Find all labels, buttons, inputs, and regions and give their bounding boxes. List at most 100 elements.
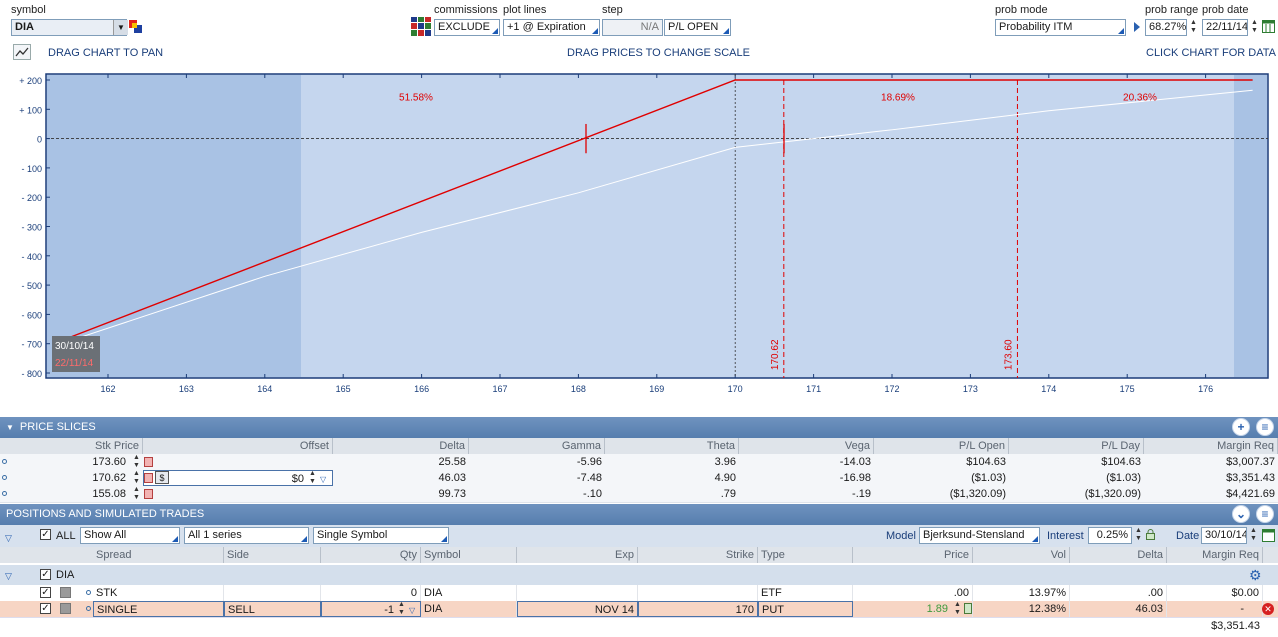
remove-position-icon[interactable]: ✕: [1262, 603, 1274, 615]
date-input[interactable]: 30/10/14: [1201, 527, 1247, 544]
add-slice-icon[interactable]: +: [1232, 418, 1250, 436]
position-exp-cell[interactable]: NOV 14: [517, 601, 638, 617]
chart-style-icon[interactable]: [13, 44, 31, 60]
column-header[interactable]: Theta: [605, 438, 739, 454]
column-header[interactable]: Type: [758, 547, 853, 563]
stk-price-stepper[interactable]: ▲ ▼: [131, 486, 142, 502]
column-header[interactable]: P/L Day: [1009, 438, 1144, 454]
offset-stepper[interactable]: ▲ ▼: [307, 470, 318, 486]
prob-range-input[interactable]: 68.27%: [1145, 19, 1187, 36]
group-collapse-icon[interactable]: ▽: [5, 568, 12, 584]
positions-calendar-icon[interactable]: [1262, 529, 1275, 542]
symbol-mode-select[interactable]: Single Symbol: [313, 527, 449, 544]
plot-lines-select[interactable]: +1 @ Expiration: [503, 19, 600, 36]
prob-date-input[interactable]: 22/11/14: [1202, 19, 1248, 36]
column-header[interactable]: Vol: [973, 547, 1070, 563]
stk-price-stepper[interactable]: ▲ ▼: [131, 470, 142, 486]
show-select[interactable]: Show All: [80, 527, 180, 544]
position-spread-cell[interactable]: STK: [93, 585, 224, 601]
column-header[interactable]: Exp: [517, 547, 638, 563]
column-header[interactable]: Vega: [739, 438, 874, 454]
column-header[interactable]: Side: [224, 547, 321, 563]
series-select[interactable]: All 1 series: [184, 527, 309, 544]
price-lock-icon[interactable]: [964, 603, 972, 614]
slice-stk-cell[interactable]: 155.08: [10, 486, 129, 502]
collapse-arrow-icon[interactable]: ▼: [6, 423, 14, 432]
color-grid-icon[interactable]: [411, 17, 432, 36]
symbol-input[interactable]: DIA: [11, 19, 127, 36]
collapse-all-icon[interactable]: ⌄: [1232, 505, 1250, 523]
symbol-dropdown-arrow-icon[interactable]: ▼: [113, 20, 128, 35]
price-slices-header[interactable]: ▼ PRICE SLICES: [0, 417, 1278, 438]
column-header[interactable]: Margin Req: [1167, 547, 1263, 563]
position-side-cell[interactable]: [224, 585, 321, 601]
prob-date-stepper[interactable]: ▲ ▼: [1249, 19, 1260, 36]
column-header[interactable]: Delta: [1070, 547, 1167, 563]
group-checkbox[interactable]: ✓: [40, 569, 51, 580]
position-checkbox[interactable]: ✓: [40, 587, 51, 598]
position-row[interactable]: ✓ STK 0 DIA ETF .00 13.97% .00 $0.00: [0, 585, 1278, 602]
price-slice-row[interactable]: 173.60 25.58 -5.96 3.96 -14.03 $104.63 $104.63…: [0, 454, 1278, 471]
position-toggle[interactable]: [60, 603, 71, 614]
interest-stepper[interactable]: ▲ ▼: [1133, 527, 1144, 544]
pl-mode-select[interactable]: P/L OPEN: [664, 19, 731, 36]
slice-lock-icon[interactable]: [144, 473, 153, 483]
position-spread-cell[interactable]: SINGLE: [93, 601, 224, 617]
slice-lock-icon[interactable]: [144, 457, 153, 467]
position-qty-cell[interactable]: 0: [321, 585, 421, 601]
price-stepper[interactable]: ▲ ▼: [952, 601, 963, 617]
prob-mode-select[interactable]: Probability ITM: [995, 19, 1126, 36]
calendar-icon[interactable]: [1262, 20, 1275, 33]
date-stepper[interactable]: ▲ ▼: [1248, 527, 1259, 544]
model-select[interactable]: Bjerksund-Stensland: [919, 527, 1040, 544]
positions-header[interactable]: POSITIONS AND SIMULATED TRADES: [0, 504, 1278, 525]
position-type-cell[interactable]: PUT: [758, 601, 853, 617]
column-header[interactable]: Gamma: [469, 438, 605, 454]
position-row[interactable]: ✓ SINGLE SELL -1 DIA NOV 14 170 PUT 1.89 12.38% 46…: [0, 601, 1278, 618]
slice-stk-cell[interactable]: 173.60: [10, 454, 129, 470]
position-toggle[interactable]: [60, 587, 71, 598]
slice-stk-cell[interactable]: 170.62: [10, 470, 129, 486]
slice-offset-cell[interactable]: [143, 486, 333, 502]
position-price-cell[interactable]: .00: [853, 585, 973, 601]
slice-lock-icon[interactable]: [144, 489, 153, 499]
lock-icon[interactable]: [1146, 529, 1155, 540]
interest-input[interactable]: 0.25%: [1088, 527, 1132, 544]
filter-collapse-icon[interactable]: ▽: [5, 533, 12, 544]
position-strike-cell[interactable]: 170: [638, 601, 758, 617]
slice-menu-icon[interactable]: ≡: [1256, 418, 1274, 436]
position-side-cell[interactable]: SELL: [224, 601, 321, 617]
column-header[interactable]: Qty: [321, 547, 421, 563]
column-header[interactable]: Delta: [333, 438, 469, 454]
column-header[interactable]: Margin Req: [1144, 438, 1278, 454]
gear-icon[interactable]: ⚙: [1249, 567, 1262, 583]
column-header[interactable]: Strike: [638, 547, 758, 563]
slice-offset-cell[interactable]: [143, 454, 333, 470]
price-slice-row[interactable]: 170.62 $0 46.03 -7.48 4.90 -16.98 ($1.03) ($1.0…: [0, 470, 1278, 487]
column-header[interactable]: Offset: [143, 438, 333, 454]
risk-profile-chart[interactable]: + 200 + 100 0 - 100 - 200 - 300 - 400 - 500 - 60…: [0, 70, 1278, 400]
column-header[interactable]: Symbol: [421, 547, 517, 563]
symbol-lookup-icon[interactable]: [129, 20, 143, 34]
positions-menu-icon[interactable]: ≡: [1256, 505, 1274, 523]
price-slice-row[interactable]: 155.08 99.73 -.10 .79 -.19 ($1,320.09) ($1,320…: [0, 486, 1278, 503]
commissions-select[interactable]: EXCLUDE: [434, 19, 500, 36]
dollar-mode-icon[interactable]: $: [155, 471, 169, 484]
step-input[interactable]: N/A: [602, 19, 663, 36]
position-type-cell[interactable]: ETF: [758, 585, 853, 601]
chart-svg[interactable]: + 200 + 100 0 - 100 - 200 - 300 - 400 - 500 - 60…: [0, 70, 1278, 400]
position-strike-cell[interactable]: [638, 585, 758, 601]
column-header[interactable]: P/L Open: [874, 438, 1009, 454]
all-checkbox[interactable]: ✓: [40, 529, 51, 540]
position-checkbox[interactable]: ✓: [40, 603, 51, 614]
prob-play-icon[interactable]: [1134, 22, 1140, 32]
prob-range-stepper[interactable]: ▲ ▼: [1188, 19, 1199, 36]
group-row[interactable]: ▽ ✓ DIA ⚙: [0, 565, 1278, 585]
position-exp-cell[interactable]: [517, 585, 638, 601]
stk-price-stepper[interactable]: ▲ ▼: [131, 454, 142, 470]
column-header[interactable]: Price: [853, 547, 973, 563]
qty-stepper[interactable]: ▲ ▼: [396, 601, 407, 617]
column-header[interactable]: Stk Price: [10, 438, 143, 454]
column-header[interactable]: Spread: [93, 547, 224, 563]
slice-offset-cell[interactable]: $0: [143, 470, 333, 486]
